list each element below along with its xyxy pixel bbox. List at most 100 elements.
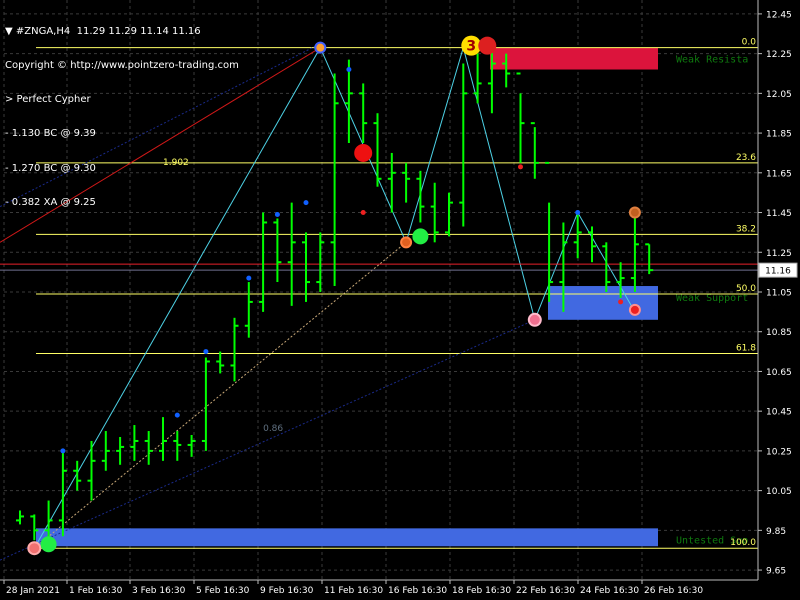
x-tick-label: 18 Feb 16:30 xyxy=(452,586,511,596)
candle xyxy=(516,72,525,163)
candle xyxy=(144,431,153,465)
y-tick-label: 11.65 xyxy=(766,169,792,179)
y-tick-label: 11.05 xyxy=(766,288,792,298)
swing-dot xyxy=(174,412,180,418)
candle xyxy=(302,232,310,302)
candle xyxy=(287,202,296,306)
swing-dot xyxy=(575,210,581,216)
candle xyxy=(216,351,225,374)
ratio-line-1: - 1.130 BC @ 9.39 xyxy=(5,128,96,140)
candle xyxy=(545,161,554,302)
fib-label: 100.0 xyxy=(730,538,756,548)
zone-0 xyxy=(490,47,658,70)
x-tick-label: 24 Feb 16:30 xyxy=(580,586,639,596)
current-price-label: 11.16 xyxy=(765,267,791,277)
swing-dot xyxy=(618,299,624,305)
copyright-line: Copyright © http://www.pointzero-trading… xyxy=(5,60,239,72)
green-dot-marker xyxy=(412,228,429,245)
candle xyxy=(173,431,182,461)
trend-line-blue-lower xyxy=(0,319,536,561)
candle xyxy=(445,192,453,237)
dropdown-triangle-icon[interactable]: ▼ xyxy=(5,26,16,37)
candle xyxy=(316,232,325,292)
ratio-line-2: - 1.270 BC @ 9.30 xyxy=(5,162,96,174)
candle xyxy=(473,53,482,104)
pattern-line xyxy=(462,47,536,320)
swing-dot xyxy=(346,67,352,73)
y-tick-label: 11.85 xyxy=(766,130,792,140)
x-tick-label: 28 Jan 2021 xyxy=(6,586,60,596)
candle xyxy=(244,282,253,338)
candle xyxy=(344,59,353,144)
candle xyxy=(230,317,239,382)
y-tick-label: 12.25 xyxy=(766,50,792,60)
candle xyxy=(359,83,368,144)
candle xyxy=(159,417,167,461)
candle xyxy=(16,510,24,525)
candle xyxy=(588,226,596,263)
candle xyxy=(630,212,639,292)
zone-2 xyxy=(36,528,658,547)
swing-dot xyxy=(518,164,523,170)
fib-label: 23.6 xyxy=(736,153,756,163)
swing-dot xyxy=(360,210,366,216)
y-tick-label: 12.45 xyxy=(766,10,792,20)
point-x-marker xyxy=(27,541,42,556)
swing-dot xyxy=(60,448,66,454)
symbol-line: ▼ #ZNGA,H4 11.29 11.29 11.14 11.16 xyxy=(5,26,239,37)
candle xyxy=(73,460,82,491)
candle xyxy=(402,162,411,203)
y-tick-label: 9.85 xyxy=(766,527,786,537)
candle xyxy=(530,122,539,179)
entry-green-marker xyxy=(40,536,57,553)
point-a-marker xyxy=(314,41,327,54)
ratio-line-3: - 0.382 XA @ 9.25 xyxy=(5,196,96,208)
fib-label: 61.8 xyxy=(736,344,756,354)
point-c-label: 3 xyxy=(466,39,476,55)
y-tick-label: 10.65 xyxy=(766,368,792,378)
candle xyxy=(259,212,268,312)
swing-dot xyxy=(303,200,309,206)
trend-line-dotted xyxy=(33,241,407,549)
x-tick-label: 5 Feb 16:30 xyxy=(196,586,250,596)
candle xyxy=(459,63,468,227)
candle xyxy=(273,218,282,283)
y-tick-label: 10.85 xyxy=(766,328,792,338)
x-tick-label: 16 Feb 16:30 xyxy=(388,586,447,596)
zone-label: Weak Resista xyxy=(676,55,748,66)
x-tick-label: 22 Feb 16:30 xyxy=(516,586,575,596)
candle xyxy=(116,436,125,465)
candle xyxy=(130,425,139,461)
y-tick-label: 11.25 xyxy=(766,249,792,259)
candle xyxy=(416,170,425,223)
red-ball-marker xyxy=(478,36,497,55)
x-tick-label: 11 Feb 16:30 xyxy=(324,586,383,596)
fib-label: 0.0 xyxy=(742,38,757,48)
x-tick-label: 3 Feb 16:30 xyxy=(132,586,186,596)
x-tick-label: 26 Feb 16:30 xyxy=(644,586,703,596)
candle xyxy=(330,73,339,287)
swing-dot xyxy=(246,275,252,281)
candle xyxy=(373,113,382,187)
chart-info: ▼ #ZNGA,H4 11.29 11.29 11.14 11.16 Copyr… xyxy=(5,3,239,231)
point-d-marker xyxy=(527,312,542,327)
swing-dot xyxy=(274,212,280,218)
chart-window[interactable]: Weak Resista Weak Support Untested Sup 0.0… xyxy=(0,0,800,600)
y-tick-label: 10.25 xyxy=(766,447,792,457)
x-tick-label: 9 Feb 16:30 xyxy=(260,586,314,596)
candle xyxy=(87,440,96,501)
fib-label: 38.2 xyxy=(736,224,756,234)
point-b-marker xyxy=(400,236,413,249)
zone-label: Weak Support xyxy=(676,293,748,304)
y-tick-label: 10.45 xyxy=(766,408,792,418)
y-tick-label: 10.05 xyxy=(766,487,792,497)
symbol-text: #ZNGA,H4 11.29 11.29 11.14 11.16 xyxy=(15,25,201,37)
fib-label: 50.0 xyxy=(736,284,756,294)
pattern-line: > Perfect Cypher xyxy=(5,94,91,106)
y-tick-label: 12.05 xyxy=(766,90,792,100)
target-marker xyxy=(628,303,641,316)
y-tick-label: 9.65 xyxy=(766,567,786,577)
y-tick-label: 11.45 xyxy=(766,209,792,219)
annotation-label: 0.86 xyxy=(263,424,283,434)
orange-marker xyxy=(628,206,641,219)
